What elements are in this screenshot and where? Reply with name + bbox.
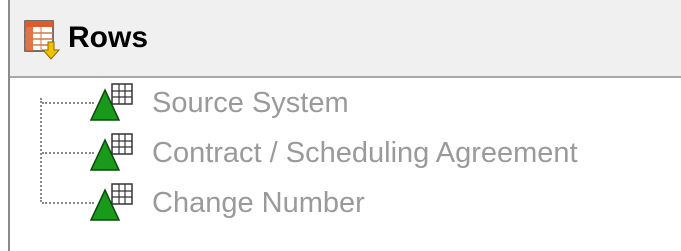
tree-item-label: Source System (152, 87, 349, 119)
rows-tree[interactable]: Source System Contract / Scheduling Agre… (10, 78, 681, 251)
tree-branch-line (42, 102, 94, 104)
level-hierarchy-icon (88, 132, 144, 172)
tree-item-contract-scheduling-agreement[interactable]: Contract / Scheduling Agreement (10, 132, 670, 172)
tree-branch-line (42, 152, 94, 154)
tree-branch-line (42, 202, 94, 204)
rows-title: Rows (68, 21, 149, 54)
rows-panel: Rows Source System Contract / Scheduling… (0, 0, 681, 251)
tree-item-label: Change Number (152, 187, 365, 219)
tree-item-change-number[interactable]: Change Number (10, 182, 670, 222)
tree-item-label: Contract / Scheduling Agreement (152, 137, 578, 169)
rows-table-icon (24, 20, 61, 60)
level-hierarchy-icon (88, 182, 144, 222)
rows-header: Rows (10, 0, 681, 78)
level-hierarchy-icon (88, 82, 144, 122)
tree-item-source-system[interactable]: Source System (10, 82, 670, 122)
